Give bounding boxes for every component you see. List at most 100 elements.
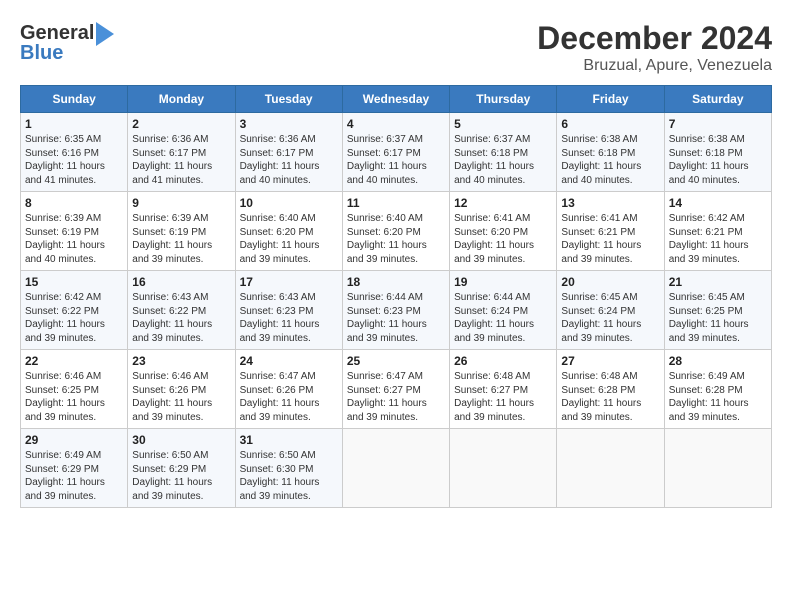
day-number: 6 xyxy=(561,117,659,131)
day-number: 4 xyxy=(347,117,445,131)
day-info: Sunrise: 6:43 AMSunset: 6:23 PMDaylight:… xyxy=(240,291,338,345)
day-info: Sunrise: 6:38 AMSunset: 6:18 PMDaylight:… xyxy=(561,133,659,187)
title-block: December 2024 Bruzual, Apure, Venezuela xyxy=(537,20,772,75)
calendar-cell: 18Sunrise: 6:44 AMSunset: 6:23 PMDayligh… xyxy=(342,271,449,350)
day-info: Sunrise: 6:41 AMSunset: 6:20 PMDaylight:… xyxy=(454,212,552,266)
calendar-cell xyxy=(664,429,771,508)
calendar-cell: 15Sunrise: 6:42 AMSunset: 6:22 PMDayligh… xyxy=(21,271,128,350)
calendar-cell: 30 Sunrise: 6:50 AMSunset: 6:29 PMDayligh… xyxy=(128,429,235,508)
calendar-cell: 10Sunrise: 6:40 AMSunset: 6:20 PMDayligh… xyxy=(235,192,342,271)
day-info: Sunrise: 6:41 AMSunset: 6:21 PMDaylight:… xyxy=(561,212,659,266)
day-info: Sunrise: 6:38 AMSunset: 6:18 PMDaylight:… xyxy=(669,133,767,187)
calendar-cell: 16 Sunrise: 6:43 AMSunset: 6:22 PMDayligh… xyxy=(128,271,235,350)
day-info: Sunrise: 6:44 AMSunset: 6:23 PMDaylight:… xyxy=(347,291,445,345)
calendar-cell: 23 Sunrise: 6:46 AMSunset: 6:26 PMDayligh… xyxy=(128,350,235,429)
day-info: Sunrise: 6:42 AMSunset: 6:21 PMDaylight:… xyxy=(669,212,767,266)
calendar-cell: 2Sunrise: 6:36 AMSunset: 6:17 PMDaylight… xyxy=(128,113,235,192)
day-number: 16 xyxy=(132,275,230,289)
page-header: General Blue December 2024 Bruzual, Apur… xyxy=(20,20,772,75)
day-info: Sunrise: 6:42 AMSunset: 6:22 PMDaylight:… xyxy=(25,291,123,345)
calendar-cell: 11 Sunrise: 6:40 AMSunset: 6:20 PMDayligh… xyxy=(342,192,449,271)
day-info: Sunrise: 6:50 AMSunset: 6:30 PMDaylight:… xyxy=(240,449,338,503)
day-info: Sunrise: 6:49 AMSunset: 6:28 PMDaylight:… xyxy=(669,370,767,424)
calendar-cell: 26 Sunrise: 6:48 AMSunset: 6:27 PMDayligh… xyxy=(450,350,557,429)
day-number: 2 xyxy=(132,117,230,131)
calendar-cell: 4 Sunrise: 6:37 AMSunset: 6:17 PMDaylight… xyxy=(342,113,449,192)
day-number: 12 xyxy=(454,196,552,210)
calendar-header-saturday: Saturday xyxy=(664,86,771,113)
day-number: 13 xyxy=(561,196,659,210)
calendar-cell: 19 Sunrise: 6:44 AMSunset: 6:24 PMDayligh… xyxy=(450,271,557,350)
calendar-table: SundayMondayTuesdayWednesdayThursdayFrid… xyxy=(20,85,772,508)
day-number: 8 xyxy=(25,196,123,210)
day-number: 30 xyxy=(132,433,230,447)
day-number: 27 xyxy=(561,354,659,368)
day-number: 23 xyxy=(132,354,230,368)
day-number: 21 xyxy=(669,275,767,289)
day-number: 1 xyxy=(25,117,123,131)
page-subtitle: Bruzual, Apure, Venezuela xyxy=(537,57,772,75)
calendar-cell: 21 Sunrise: 6:45 AMSunset: 6:25 PMDayligh… xyxy=(664,271,771,350)
day-number: 17 xyxy=(240,275,338,289)
day-number: 28 xyxy=(669,354,767,368)
calendar-header-tuesday: Tuesday xyxy=(235,86,342,113)
calendar-week-1: 1 Sunrise: 6:35 AMSunset: 6:16 PMDaylight… xyxy=(21,113,772,192)
day-info: Sunrise: 6:43 AMSunset: 6:22 PMDaylight:… xyxy=(132,291,230,345)
calendar-cell: 20 Sunrise: 6:45 AMSunset: 6:24 PMDayligh… xyxy=(557,271,664,350)
day-info: Sunrise: 6:47 AMSunset: 6:26 PMDaylight:… xyxy=(240,370,338,424)
day-number: 29 xyxy=(25,433,123,447)
day-number: 31 xyxy=(240,433,338,447)
day-info: Sunrise: 6:39 AMSunset: 6:19 PMDaylight:… xyxy=(132,212,230,266)
day-number: 25 xyxy=(347,354,445,368)
logo-arrow-icon xyxy=(96,22,114,46)
page-title: December 2024 xyxy=(537,20,772,57)
day-number: 3 xyxy=(240,117,338,131)
calendar-cell: 24 Sunrise: 6:47 AMSunset: 6:26 PMDayligh… xyxy=(235,350,342,429)
calendar-cell xyxy=(342,429,449,508)
calendar-cell: 7 Sunrise: 6:38 AMSunset: 6:18 PMDaylight… xyxy=(664,113,771,192)
day-number: 5 xyxy=(454,117,552,131)
day-number: 7 xyxy=(669,117,767,131)
day-info: Sunrise: 6:37 AMSunset: 6:18 PMDaylight:… xyxy=(454,133,552,187)
calendar-header-wednesday: Wednesday xyxy=(342,86,449,113)
calendar-cell: 22Sunrise: 6:46 AMSunset: 6:25 PMDayligh… xyxy=(21,350,128,429)
day-number: 20 xyxy=(561,275,659,289)
calendar-cell: 9 Sunrise: 6:39 AMSunset: 6:19 PMDaylight… xyxy=(128,192,235,271)
day-info: Sunrise: 6:46 AMSunset: 6:26 PMDaylight:… xyxy=(132,370,230,424)
day-number: 10 xyxy=(240,196,338,210)
day-info: Sunrise: 6:44 AMSunset: 6:24 PMDaylight:… xyxy=(454,291,552,345)
day-number: 14 xyxy=(669,196,767,210)
day-info: Sunrise: 6:48 AMSunset: 6:27 PMDaylight:… xyxy=(454,370,552,424)
calendar-cell: 13 Sunrise: 6:41 AMSunset: 6:21 PMDayligh… xyxy=(557,192,664,271)
day-number: 26 xyxy=(454,354,552,368)
calendar-cell: 25Sunrise: 6:47 AMSunset: 6:27 PMDayligh… xyxy=(342,350,449,429)
calendar-header-row: SundayMondayTuesdayWednesdayThursdayFrid… xyxy=(21,86,772,113)
day-number: 11 xyxy=(347,196,445,210)
day-number: 9 xyxy=(132,196,230,210)
calendar-week-5: 29Sunrise: 6:49 AMSunset: 6:29 PMDayligh… xyxy=(21,429,772,508)
calendar-cell: 17 Sunrise: 6:43 AMSunset: 6:23 PMDayligh… xyxy=(235,271,342,350)
day-info: Sunrise: 6:37 AMSunset: 6:17 PMDaylight:… xyxy=(347,133,445,187)
day-info: Sunrise: 6:46 AMSunset: 6:25 PMDaylight:… xyxy=(25,370,123,424)
day-info: Sunrise: 6:35 AMSunset: 6:16 PMDaylight:… xyxy=(25,133,123,187)
calendar-week-2: 8 Sunrise: 6:39 AMSunset: 6:19 PMDaylight… xyxy=(21,192,772,271)
day-info: Sunrise: 6:45 AMSunset: 6:24 PMDaylight:… xyxy=(561,291,659,345)
calendar-cell: 14 Sunrise: 6:42 AMSunset: 6:21 PMDayligh… xyxy=(664,192,771,271)
calendar-cell xyxy=(450,429,557,508)
calendar-cell: 5 Sunrise: 6:37 AMSunset: 6:18 PMDaylight… xyxy=(450,113,557,192)
calendar-cell: 1 Sunrise: 6:35 AMSunset: 6:16 PMDaylight… xyxy=(21,113,128,192)
calendar-header-sunday: Sunday xyxy=(21,86,128,113)
day-info: Sunrise: 6:50 AMSunset: 6:29 PMDaylight:… xyxy=(132,449,230,503)
calendar-cell: 6 Sunrise: 6:38 AMSunset: 6:18 PMDaylight… xyxy=(557,113,664,192)
calendar-cell: 12 Sunrise: 6:41 AMSunset: 6:20 PMDayligh… xyxy=(450,192,557,271)
day-info: Sunrise: 6:40 AMSunset: 6:20 PMDaylight:… xyxy=(347,212,445,266)
calendar-cell xyxy=(557,429,664,508)
calendar-week-4: 22Sunrise: 6:46 AMSunset: 6:25 PMDayligh… xyxy=(21,350,772,429)
day-info: Sunrise: 6:45 AMSunset: 6:25 PMDaylight:… xyxy=(669,291,767,345)
day-number: 24 xyxy=(240,354,338,368)
calendar-cell: 28 Sunrise: 6:49 AMSunset: 6:28 PMDayligh… xyxy=(664,350,771,429)
calendar-header-thursday: Thursday xyxy=(450,86,557,113)
logo-blue: Blue xyxy=(20,42,63,65)
calendar-header-monday: Monday xyxy=(128,86,235,113)
day-number: 19 xyxy=(454,275,552,289)
